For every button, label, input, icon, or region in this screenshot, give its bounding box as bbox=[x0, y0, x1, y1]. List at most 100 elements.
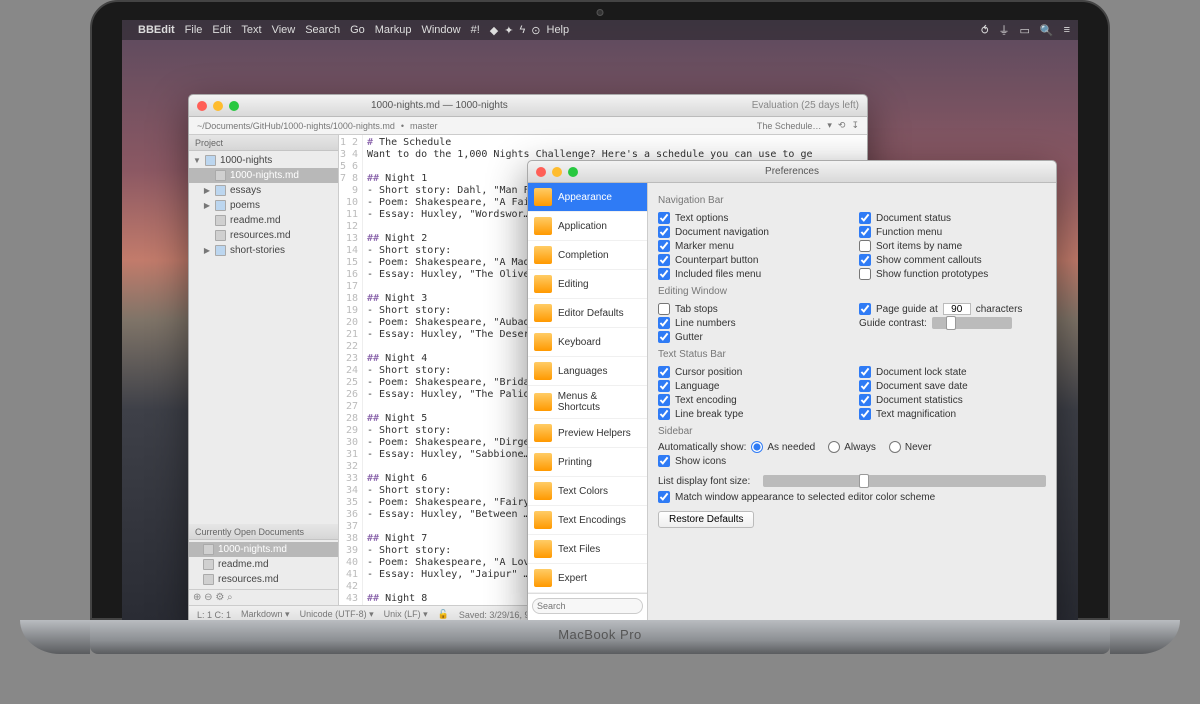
airport-icon[interactable]: ⏚ bbox=[998, 22, 1009, 38]
page-guide-input[interactable] bbox=[943, 303, 971, 315]
open-doc-item[interactable]: 1000-nights.md bbox=[189, 542, 338, 557]
pref-checkbox[interactable] bbox=[658, 212, 670, 224]
prefs-category-application[interactable]: Application bbox=[528, 212, 647, 241]
prefs-titlebar[interactable]: Preferences bbox=[528, 161, 1056, 183]
prefs-category-text-files[interactable]: Text Files bbox=[528, 535, 647, 564]
page-guide-checkbox[interactable] bbox=[859, 303, 871, 315]
editor-titlebar[interactable]: 1000-nights.md — 1000-nights Evaluation … bbox=[189, 95, 867, 117]
category-icon bbox=[534, 275, 552, 293]
sidebar-item[interactable]: resources.md bbox=[189, 228, 338, 243]
show-icons-checkbox[interactable] bbox=[658, 455, 670, 467]
prefs-category-completion[interactable]: Completion bbox=[528, 241, 647, 270]
category-icon bbox=[534, 511, 552, 529]
toolbar-icon[interactable]: ⊙ bbox=[531, 24, 540, 37]
prefs-category-editor-defaults[interactable]: Editor Defaults bbox=[528, 299, 647, 328]
encoding-popup[interactable]: Unicode (UTF-8) ▾ bbox=[300, 609, 374, 620]
prefs-category-keyboard[interactable]: Keyboard bbox=[528, 328, 647, 357]
menu-search[interactable]: Search bbox=[305, 24, 340, 36]
pref-checkbox[interactable] bbox=[658, 240, 670, 252]
pref-checkbox[interactable] bbox=[859, 366, 871, 378]
match-scheme-checkbox[interactable] bbox=[658, 491, 670, 503]
minimize-icon[interactable] bbox=[213, 101, 223, 111]
pref-checkbox[interactable] bbox=[658, 366, 670, 378]
file-icon bbox=[215, 170, 226, 181]
open-doc-item[interactable]: resources.md bbox=[189, 572, 338, 587]
pref-checkbox[interactable] bbox=[658, 380, 670, 392]
pref-checkbox[interactable] bbox=[658, 303, 670, 315]
close-icon[interactable] bbox=[536, 167, 546, 177]
lineend-popup[interactable]: Unix (LF) ▾ bbox=[384, 609, 428, 620]
close-icon[interactable] bbox=[197, 101, 207, 111]
pref-checkbox[interactable] bbox=[859, 240, 871, 252]
pref-option: Language bbox=[658, 380, 845, 392]
pref-checkbox[interactable] bbox=[859, 380, 871, 392]
pref-checkbox[interactable] bbox=[859, 268, 871, 280]
zoom-icon[interactable] bbox=[568, 167, 578, 177]
restore-defaults-button[interactable]: Restore Defaults bbox=[658, 511, 754, 528]
sidebar-item[interactable]: ▶short-stories bbox=[189, 243, 338, 258]
prefs-category-languages[interactable]: Languages bbox=[528, 357, 647, 386]
pref-checkbox[interactable] bbox=[859, 394, 871, 406]
menu-text[interactable]: Text bbox=[241, 24, 261, 36]
pref-checkbox[interactable] bbox=[859, 226, 871, 238]
spotlight-icon[interactable]: 🔍 bbox=[1040, 24, 1054, 37]
prefs-category-menus-shortcuts[interactable]: Menus & Shortcuts bbox=[528, 386, 647, 419]
minimize-icon[interactable] bbox=[552, 167, 562, 177]
menu-shebang[interactable]: #! bbox=[471, 24, 480, 36]
menu-edit[interactable]: Edit bbox=[212, 24, 231, 36]
menu-markup[interactable]: Markup bbox=[375, 24, 412, 36]
prefs-category-text-encodings[interactable]: Text Encodings bbox=[528, 506, 647, 535]
pref-checkbox[interactable] bbox=[859, 408, 871, 420]
prefs-category-editing[interactable]: Editing bbox=[528, 270, 647, 299]
list-icon[interactable]: ≡ bbox=[1064, 24, 1070, 36]
pref-checkbox[interactable] bbox=[658, 394, 670, 406]
section-popup[interactable]: The Schedule… bbox=[757, 121, 822, 131]
prefs-appearance-pane: Navigation Bar Text optionsDocument navi… bbox=[648, 183, 1056, 620]
sidebar-auto-never[interactable] bbox=[889, 441, 901, 453]
pref-checkbox[interactable] bbox=[658, 254, 670, 266]
toolbar-icon[interactable]: ✦ bbox=[504, 24, 513, 37]
sidebar-item[interactable]: 1000-nights.md bbox=[189, 168, 338, 183]
wifi-icon[interactable]: ⥀ bbox=[981, 24, 989, 37]
toolbar-icon[interactable]: ϟ bbox=[519, 24, 525, 36]
sidebar-root[interactable]: ▼1000-nights bbox=[189, 153, 338, 168]
sidebar-auto-always[interactable] bbox=[828, 441, 840, 453]
zoom-icon[interactable] bbox=[229, 101, 239, 111]
pref-option: Document navigation bbox=[658, 226, 845, 238]
menu-help[interactable]: Help bbox=[547, 24, 570, 36]
laptop-label: MacBook Pro bbox=[90, 620, 1110, 650]
prefs-category-text-colors[interactable]: Text Colors bbox=[528, 477, 647, 506]
pref-checkbox[interactable] bbox=[658, 226, 670, 238]
pref-checkbox[interactable] bbox=[859, 212, 871, 224]
toolbar-icon[interactable]: ◆ bbox=[490, 24, 498, 37]
menu-view[interactable]: View bbox=[272, 24, 296, 36]
pref-option: Document lock state bbox=[859, 366, 1046, 378]
prefs-category-printing[interactable]: Printing bbox=[528, 448, 647, 477]
app-menu[interactable]: BBEdit bbox=[138, 24, 175, 36]
menu-window[interactable]: Window bbox=[421, 24, 460, 36]
menu-go[interactable]: Go bbox=[350, 24, 365, 36]
pref-checkbox[interactable] bbox=[658, 331, 670, 343]
sidebar-auto-asneeded[interactable] bbox=[751, 441, 763, 453]
list-font-slider[interactable] bbox=[763, 475, 1046, 487]
battery-icon[interactable]: ▭ bbox=[1019, 24, 1029, 37]
prefs-category-appearance[interactable]: Appearance bbox=[528, 183, 647, 212]
pref-checkbox[interactable] bbox=[658, 317, 670, 329]
menu-file[interactable]: File bbox=[185, 24, 203, 36]
pref-checkbox[interactable] bbox=[658, 268, 670, 280]
prefs-category-preview-helpers[interactable]: Preview Helpers bbox=[528, 419, 647, 448]
sidebar-item[interactable]: ▶essays bbox=[189, 183, 338, 198]
open-doc-item[interactable]: readme.md bbox=[189, 557, 338, 572]
file-icon bbox=[203, 574, 214, 585]
sidebar-item[interactable]: readme.md bbox=[189, 213, 338, 228]
language-popup[interactable]: Markdown ▾ bbox=[241, 609, 290, 620]
guide-contrast-slider[interactable] bbox=[932, 317, 1012, 329]
prefs-search-input[interactable] bbox=[532, 598, 643, 614]
sidebar-item[interactable]: ▶poems bbox=[189, 198, 338, 213]
pref-checkbox[interactable] bbox=[658, 408, 670, 420]
pref-checkbox[interactable] bbox=[859, 254, 871, 266]
section-label: Text Status Bar bbox=[658, 349, 1046, 360]
path-bar[interactable]: ~/Documents/GitHub/1000-nights/1000-nigh… bbox=[189, 117, 867, 135]
lock-icon[interactable]: 🔓 bbox=[438, 609, 449, 620]
prefs-category-expert[interactable]: Expert bbox=[528, 564, 647, 593]
